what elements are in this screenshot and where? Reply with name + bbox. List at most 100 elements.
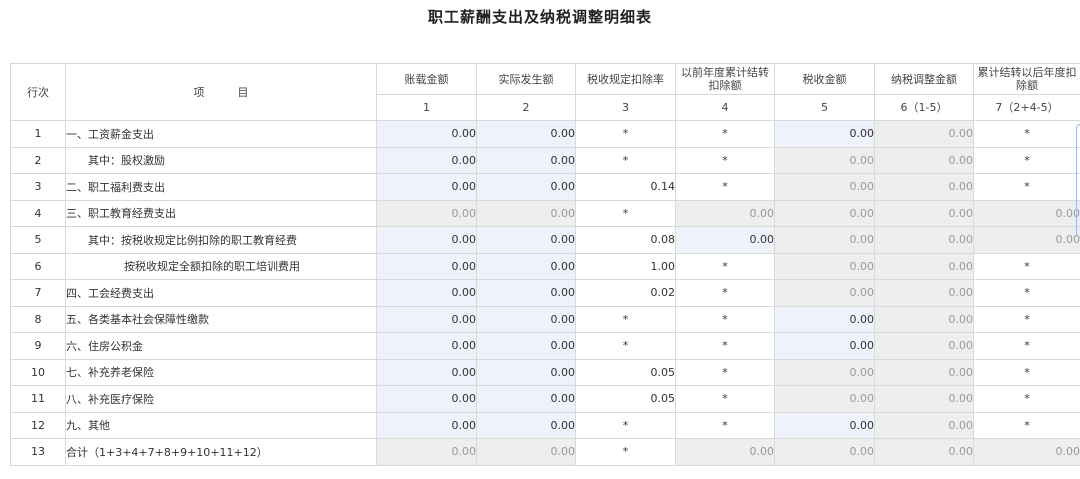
cell-col-6: 0.00 <box>874 358 974 386</box>
cell-col-5: 0.00 <box>774 146 875 174</box>
cell-col-3: 0.08 <box>575 226 676 254</box>
header-col-1: 账载金额 <box>376 63 477 95</box>
cell-col-1[interactable]: 0.00 <box>376 252 477 280</box>
cell-col-6: 0.00 <box>874 385 974 413</box>
cell-col-3: * <box>575 411 676 439</box>
cell-col-3: * <box>575 120 676 148</box>
header-col-7: 累计结转以后年度扣除额 <box>973 63 1080 95</box>
cell-col-3: 0.02 <box>575 279 676 307</box>
cell-col-7: * <box>973 252 1080 280</box>
row-item-label: 三、职工教育经费支出 <box>65 199 377 227</box>
cell-col-4: * <box>675 120 775 148</box>
table-row: 2 其中：股权激励 0.00 0.00 * * 0.00 0.00 * <box>10 146 1080 174</box>
cell-col-7: * <box>973 332 1080 360</box>
row-number: 3 <box>10 173 66 201</box>
cell-col-4: * <box>675 173 775 201</box>
cell-col-3: 0.14 <box>575 173 676 201</box>
row-item-label: 九、其他 <box>65 411 377 439</box>
cell-col-2: 0.00 <box>476 438 576 466</box>
cell-col-5[interactable]: 0.00 <box>774 305 875 333</box>
cell-col-6: 0.00 <box>874 173 974 201</box>
cell-col-5[interactable]: 0.00 <box>774 120 875 148</box>
cell-col-7: 0.00 <box>973 199 1080 227</box>
header-num-5: 5 <box>774 94 875 121</box>
header-num-7: 7（2+4-5） <box>973 94 1080 121</box>
row-number: 13 <box>10 438 66 466</box>
row-number: 10 <box>10 358 66 386</box>
cell-col-1[interactable]: 0.00 <box>376 226 477 254</box>
cell-col-7: * <box>973 385 1080 413</box>
cell-col-6: 0.00 <box>874 199 974 227</box>
header-num-3: 3 <box>575 94 676 121</box>
row-item-label: 其中：股权激励 <box>65 146 377 174</box>
table-row: 7 四、工会经费支出 0.00 0.00 0.02 * 0.00 0.00 * <box>10 279 1080 307</box>
cell-col-7: * <box>973 305 1080 333</box>
cell-col-1[interactable]: 0.00 <box>376 385 477 413</box>
cell-col-3: * <box>575 438 676 466</box>
cell-col-5: 0.00 <box>774 279 875 307</box>
cell-col-5: 0.00 <box>774 199 875 227</box>
cell-col-1[interactable]: 0.00 <box>376 305 477 333</box>
table-row: 8 五、各类基本社会保障性缴款 0.00 0.00 * * 0.00 0.00 * <box>10 305 1080 333</box>
cell-col-2[interactable]: 0.00 <box>476 279 576 307</box>
row-item-label: 其中：按税收规定比例扣除的职工教育经费 <box>65 226 377 254</box>
cell-col-3: 0.05 <box>575 385 676 413</box>
cell-col-1[interactable]: 0.00 <box>376 332 477 360</box>
cell-col-7: * <box>973 411 1080 439</box>
cell-col-2[interactable]: 0.00 <box>476 305 576 333</box>
table-body: 1 一、工资薪金支出 0.00 0.00 * * 0.00 0.00 * 2 其中：股权激励 0.00… <box>10 120 1080 466</box>
cell-col-2[interactable]: 0.00 <box>476 146 576 174</box>
row-number: 4 <box>10 199 66 227</box>
cell-col-3: * <box>575 305 676 333</box>
table-row: 3 二、职工福利费支出 0.00 0.00 0.14 * 0.00 0.00 * <box>10 173 1080 201</box>
header-col-3: 税收规定扣除率 <box>575 63 676 95</box>
cell-col-5: 0.00 <box>774 252 875 280</box>
cell-col-2[interactable]: 0.00 <box>476 385 576 413</box>
row-item-label: 五、各类基本社会保障性缴款 <box>65 305 377 333</box>
cell-col-7: 0.00 <box>973 438 1080 466</box>
cell-col-1[interactable]: 0.00 <box>376 120 477 148</box>
cell-col-7: * <box>973 358 1080 386</box>
cell-col-2[interactable]: 0.00 <box>476 173 576 201</box>
cell-col-4[interactable]: 0.00 <box>675 226 775 254</box>
cell-col-5[interactable]: 0.00 <box>774 332 875 360</box>
row-item-label: 八、补充医疗保险 <box>65 385 377 413</box>
cell-col-2[interactable]: 0.00 <box>476 332 576 360</box>
row-item-label: 七、补充养老保险 <box>65 358 377 386</box>
cell-col-1[interactable]: 0.00 <box>376 411 477 439</box>
row-item-label: 二、职工福利费支出 <box>65 173 377 201</box>
cell-col-5: 0.00 <box>774 385 875 413</box>
cell-col-2[interactable]: 0.00 <box>476 226 576 254</box>
table-row: 4 三、职工教育经费支出 0.00 0.00 * 0.00 0.00 0.00 0.00 <box>10 199 1080 227</box>
table-row: 5 其中：按税收规定比例扣除的职工教育经费 0.00 0.00 0.08 0.00 0.00… <box>10 226 1080 254</box>
cell-col-2[interactable]: 0.00 <box>476 120 576 148</box>
scroll-handle[interactable] <box>1076 124 1080 238</box>
header-num-2: 2 <box>476 94 576 121</box>
cell-col-4: * <box>675 146 775 174</box>
cell-col-6: 0.00 <box>874 438 974 466</box>
cell-col-4: * <box>675 385 775 413</box>
header-num-6: 6（1-5） <box>874 94 974 121</box>
header-col-5: 税收金额 <box>774 63 875 95</box>
cell-col-1[interactable]: 0.00 <box>376 146 477 174</box>
cell-col-6: 0.00 <box>874 279 974 307</box>
table-row: 10 七、补充养老保险 0.00 0.00 0.05 * 0.00 0.00 * <box>10 358 1080 386</box>
cell-col-5: 0.00 <box>774 358 875 386</box>
cell-col-5[interactable]: 0.00 <box>774 411 875 439</box>
cell-col-7: * <box>973 146 1080 174</box>
table-row: 1 一、工资薪金支出 0.00 0.00 * * 0.00 0.00 * <box>10 120 1080 148</box>
header-num-1: 1 <box>376 94 477 121</box>
cell-col-4: * <box>675 252 775 280</box>
cell-col-2[interactable]: 0.00 <box>476 252 576 280</box>
cell-col-2[interactable]: 0.00 <box>476 411 576 439</box>
cell-col-1[interactable]: 0.00 <box>376 358 477 386</box>
cell-col-1: 0.00 <box>376 438 477 466</box>
cell-col-1[interactable]: 0.00 <box>376 279 477 307</box>
cell-col-2[interactable]: 0.00 <box>476 358 576 386</box>
table-row: 12 九、其他 0.00 0.00 * * 0.00 0.00 * <box>10 411 1080 439</box>
cell-col-6: 0.00 <box>874 305 974 333</box>
row-number: 8 <box>10 305 66 333</box>
row-number: 6 <box>10 252 66 280</box>
cell-col-1[interactable]: 0.00 <box>376 173 477 201</box>
cell-col-4: * <box>675 411 775 439</box>
